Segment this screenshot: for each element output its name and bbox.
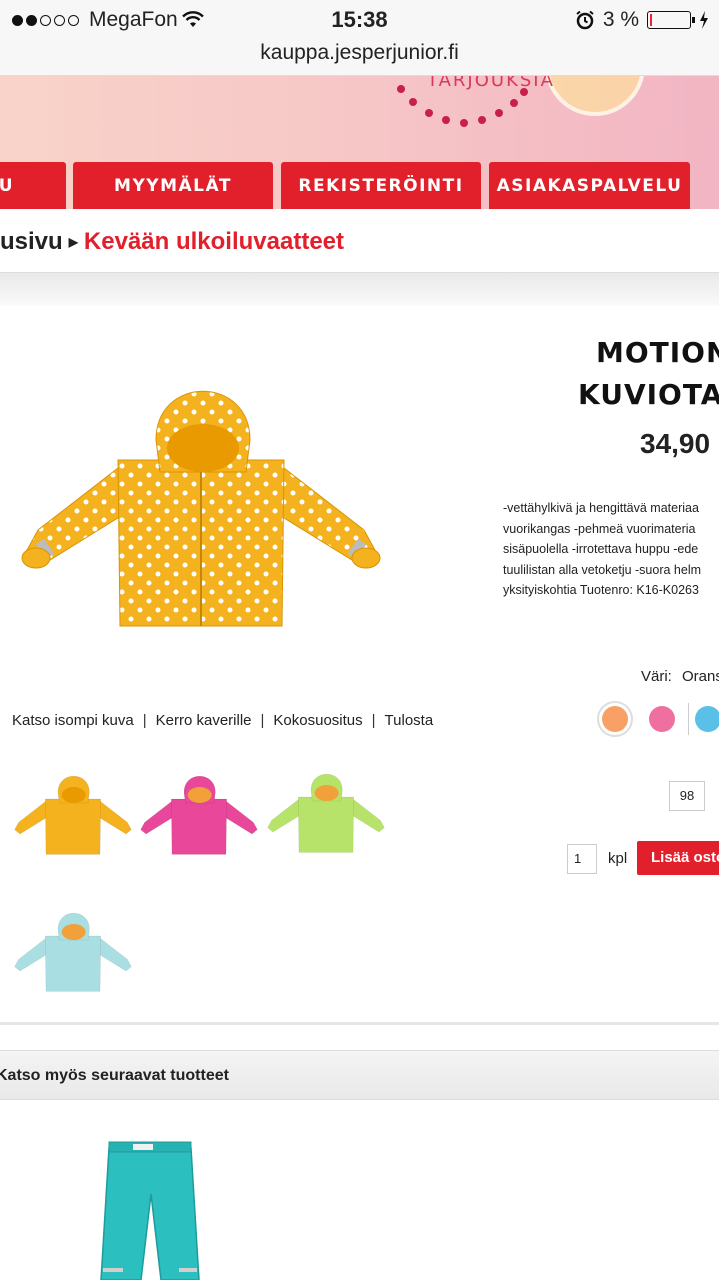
sun-graphic xyxy=(545,76,645,116)
banner-text: TARJOUKSIA xyxy=(427,76,555,91)
swatch-divider xyxy=(688,703,689,735)
link-separator: | xyxy=(260,712,265,729)
breadcrumb-home-link[interactable]: usivu xyxy=(0,228,63,256)
battery-percent: 3 % xyxy=(602,8,639,31)
quantity-input[interactable]: 1 xyxy=(567,844,597,874)
description-line: yksityiskohtia Tuotenro: K16-K0263 xyxy=(503,583,699,597)
color-swatch-orange[interactable] xyxy=(602,706,628,732)
thumbnail-pink[interactable] xyxy=(138,768,260,860)
add-to-cart-button[interactable]: Lisää osto xyxy=(637,841,719,875)
battery-info: 3 % xyxy=(575,8,709,32)
price-value: 34,90 xyxy=(640,428,711,459)
breadcrumb-arrow-icon: ▶ xyxy=(68,235,78,249)
description-line: vuorikangas -pehmeä vuorimateria xyxy=(503,521,696,536)
product-description: -vettähylkivä ja hengittävä materiaa vuo… xyxy=(503,498,719,601)
alarm-icon xyxy=(576,10,594,30)
charging-icon xyxy=(700,11,708,29)
breadcrumb: usivu ▶ Kevään ulkoiluvaatteet xyxy=(0,228,344,256)
nav-item-stores[interactable]: MYYMÄLÄT xyxy=(73,162,273,209)
nav-item-register[interactable]: REKISTERÖINTI xyxy=(281,162,481,209)
product-title-line1: MOTION xyxy=(596,336,719,369)
nav-item-customer-service[interactable]: ASIAKASPALVELU xyxy=(489,162,690,209)
section-divider xyxy=(0,1022,719,1025)
link-separator: | xyxy=(371,712,376,729)
description-line: sisäpuolella -irrotettava huppu -ede xyxy=(503,542,699,556)
product-title-line2: KUVIOTA xyxy=(578,378,719,411)
description-line: tuulilistan alla vetoketju -suora helm xyxy=(503,562,702,577)
status-bar: MegaFon 15:38 3 % xyxy=(0,0,719,40)
size-option[interactable]: 98 xyxy=(669,781,705,811)
color-swatch-pink[interactable] xyxy=(649,706,675,732)
product-main-image[interactable] xyxy=(18,380,384,630)
main-nav: U MYYMÄLÄT REKISTERÖINTI ASIAKASPALVELU xyxy=(0,162,719,209)
jacket-shape xyxy=(140,776,258,855)
product-price: 34,90 xyxy=(640,428,710,460)
print-link[interactable]: Tulosta xyxy=(385,712,434,729)
product-actions: Katso isompi kuva | Kerro kaverille | Ko… xyxy=(12,712,433,729)
jacket-shape xyxy=(14,913,132,992)
view-larger-link[interactable]: Katso isompi kuva xyxy=(12,712,134,729)
jacket-shape xyxy=(14,776,132,855)
related-products-title: Katso myös seuraavat tuotteet xyxy=(0,1067,229,1084)
description-line: -vettähylkivä ja hengittävä materiaa xyxy=(503,501,699,515)
color-swatch-blue[interactable] xyxy=(695,706,719,732)
related-product-pants-image[interactable] xyxy=(95,1140,205,1280)
link-separator: | xyxy=(142,712,147,729)
color-value: Orans xyxy=(682,668,719,685)
tell-friend-link[interactable]: Kerro kaverille xyxy=(156,712,252,729)
nav-item-home[interactable]: U xyxy=(0,162,66,209)
color-selection-label: Väri: Orans xyxy=(641,668,719,685)
quantity-unit: kpl xyxy=(608,850,628,867)
section-divider xyxy=(0,272,719,306)
address-bar[interactable]: kauppa.jesperjunior.fi xyxy=(0,40,719,76)
thumbnail-orange[interactable] xyxy=(12,768,134,860)
size-guide-link[interactable]: Kokosuositus xyxy=(273,712,362,729)
product-title: MOTION KUVIOTA xyxy=(578,332,719,416)
url-text: kauppa.jesperjunior.fi xyxy=(260,41,459,64)
related-products-header: Katso myös seuraavat tuotteet xyxy=(0,1050,719,1100)
battery-icon xyxy=(647,11,695,29)
thumbnail-green[interactable] xyxy=(265,766,387,858)
color-label: Väri: xyxy=(641,668,672,685)
jacket-shape xyxy=(267,774,385,853)
thumbnail-light-blue[interactable] xyxy=(12,905,134,997)
breadcrumb-current[interactable]: Kevään ulkoiluvaatteet xyxy=(84,228,344,256)
